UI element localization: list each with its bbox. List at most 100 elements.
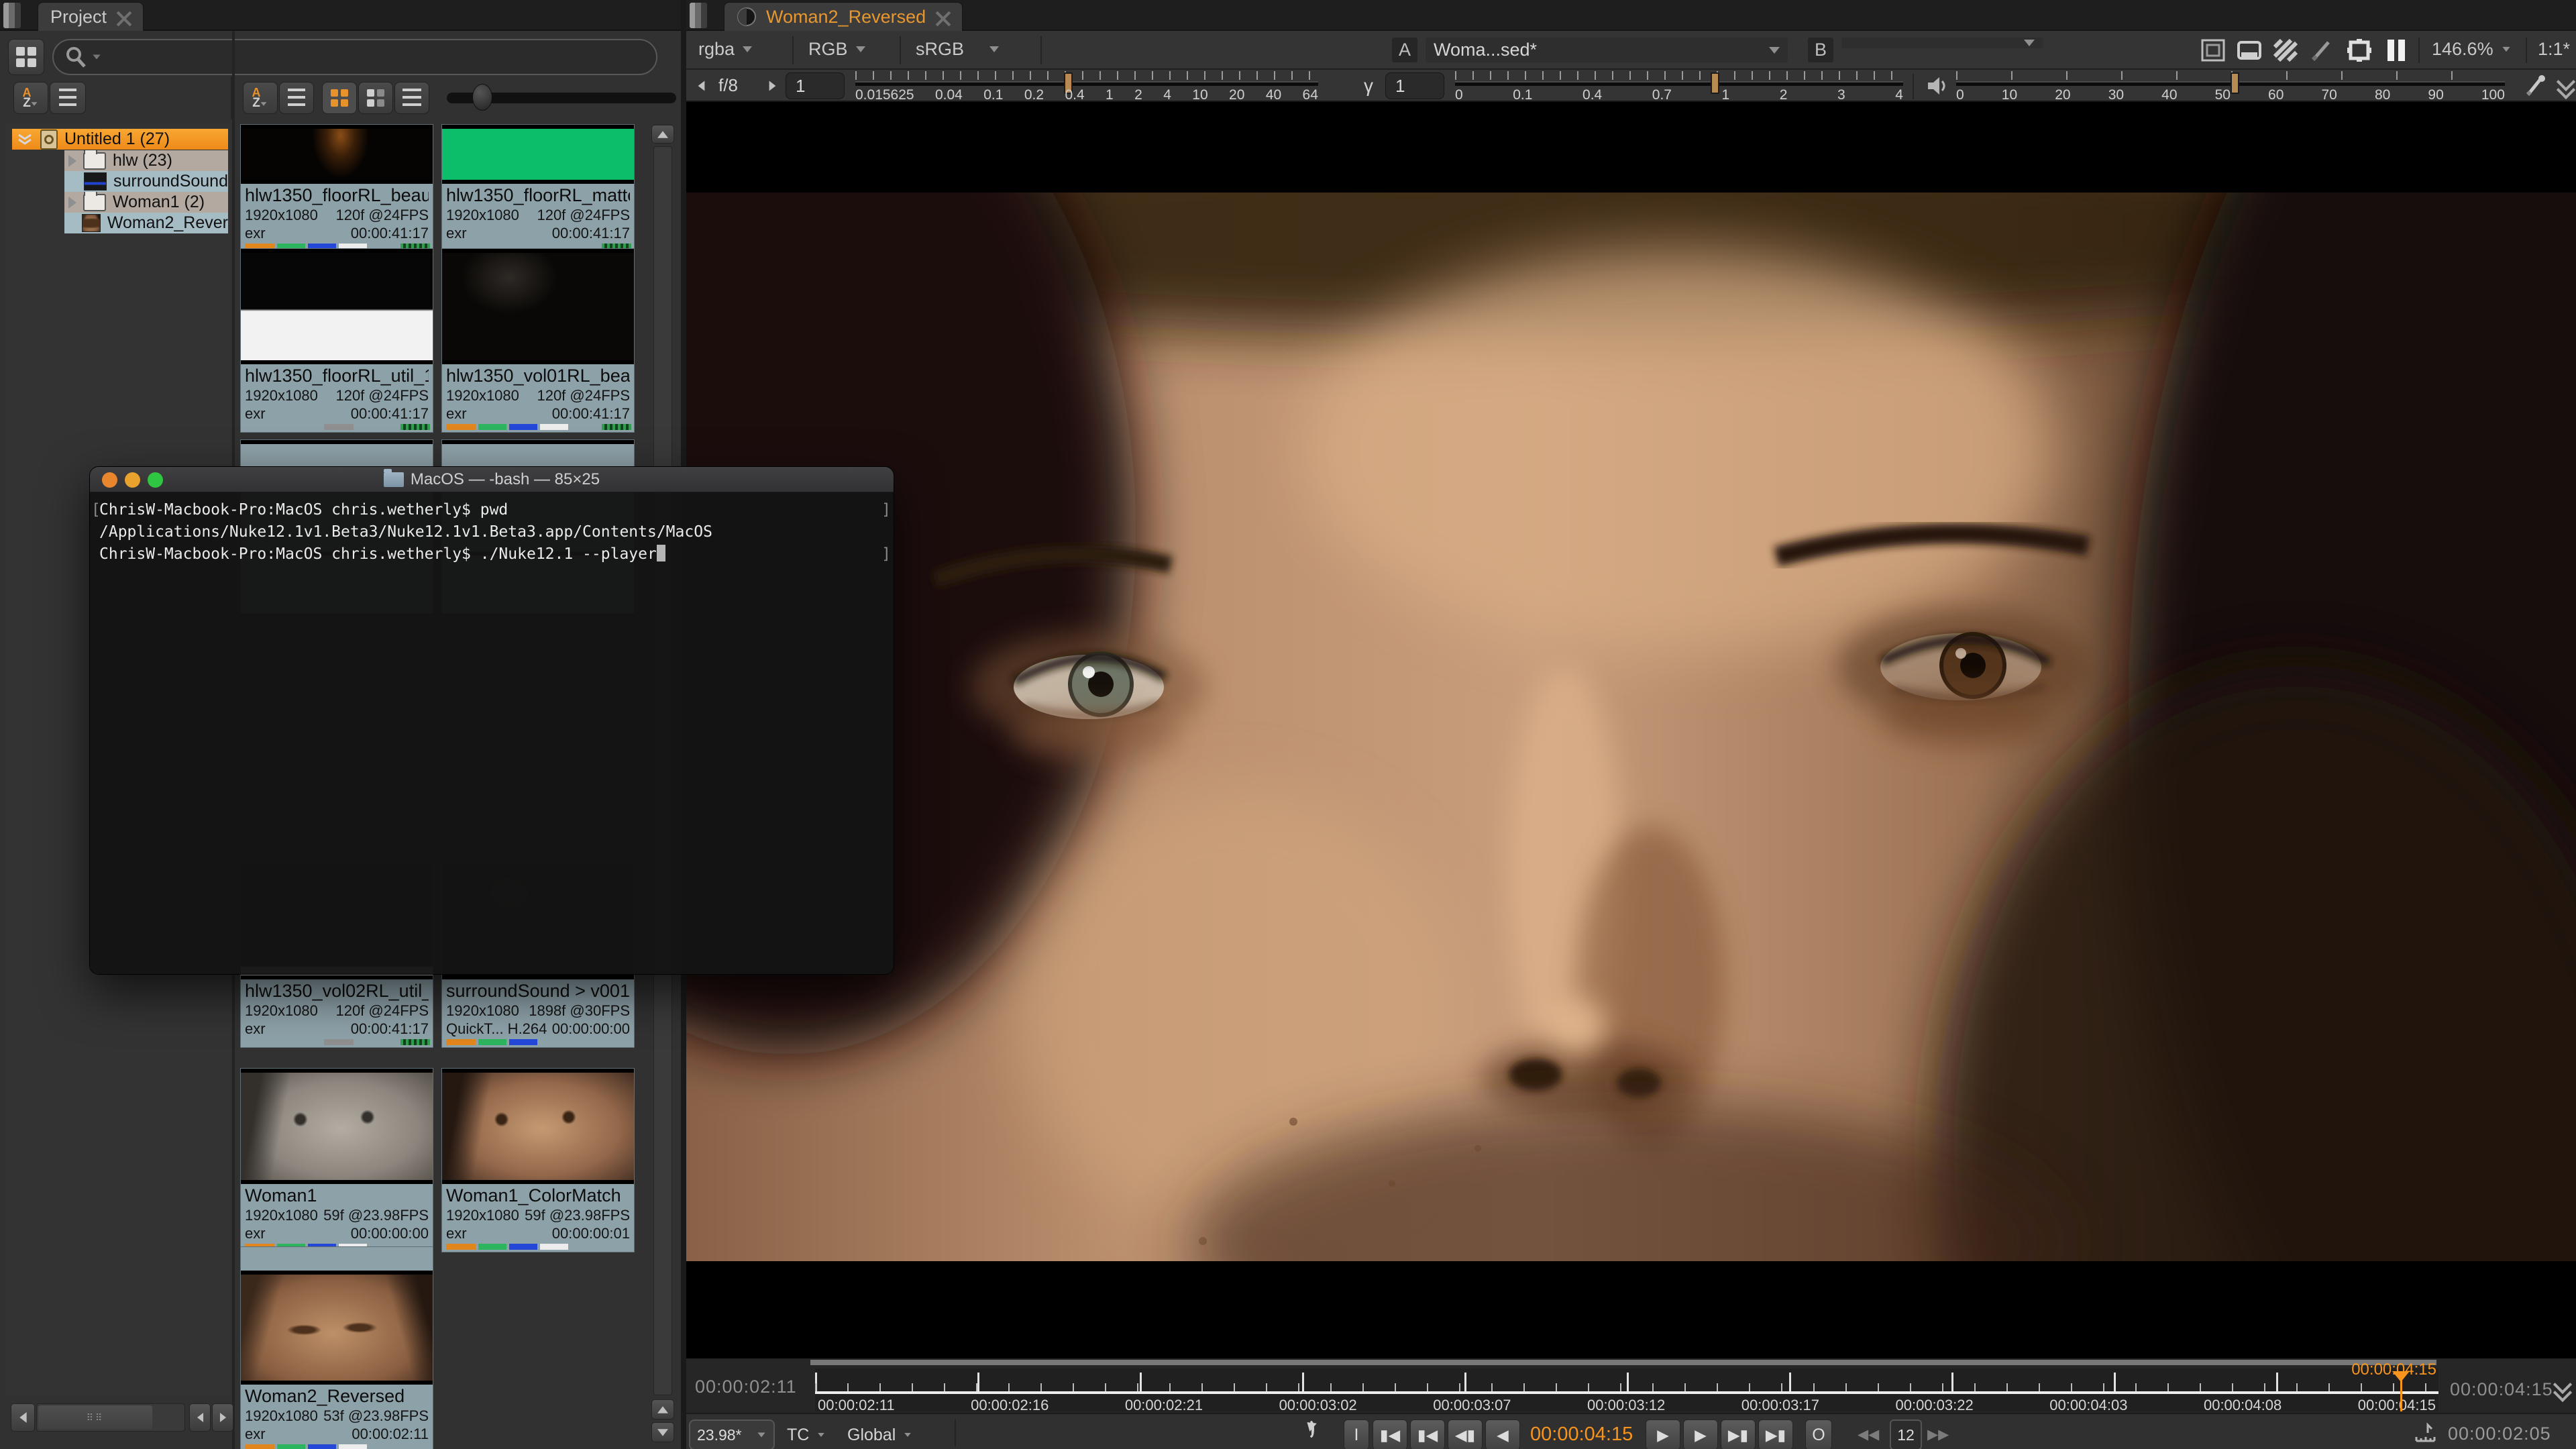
- roi-icon[interactable]: [2346, 38, 2373, 63]
- chevron-down-icon: [856, 46, 865, 52]
- more-options-chevron-icon[interactable]: [2558, 76, 2575, 97]
- view-thumbnails-button[interactable]: [322, 82, 357, 114]
- buffer-a-value: Woma...sed*: [1434, 40, 1537, 60]
- terminal-titlebar[interactable]: MacOS — -bash — 85×25: [90, 467, 894, 492]
- tree-item-woman2-reversed[interactable]: Woman2_Rever: [64, 213, 228, 233]
- range-mode-dropdown[interactable]: Global: [847, 1421, 913, 1449]
- scroll-up-button[interactable]: [651, 125, 674, 144]
- tree-item-folder-hlw[interactable]: hlw (23): [64, 150, 228, 171]
- view-list-button[interactable]: [394, 82, 429, 114]
- clip-card[interactable]: hlw1350_floorRL_beauty 1920x1080120f @24…: [240, 124, 433, 252]
- snap-ruler-icon[interactable]: [2414, 1422, 2437, 1448]
- gain-increase-icon[interactable]: [769, 81, 776, 91]
- terminal-body[interactable]: [ ] ] ChrisW-Macbook-Pro:MacOS chris.wet…: [90, 492, 894, 975]
- minimize-traffic-light[interactable]: [125, 472, 140, 488]
- timeline-ruler[interactable]: 00:00:02:1100:00:02:1600:00:02:2100:00:0…: [815, 1368, 2438, 1411]
- clip-card[interactable]: hlw1350_vol01RL_beaut 1920x1080120f @24F…: [441, 248, 635, 433]
- channels-dropdown[interactable]: rgba: [698, 39, 752, 60]
- clip-card[interactable]: hlw1350_floorRL_util_10 1920x1080120f @2…: [240, 248, 433, 433]
- close-traffic-light[interactable]: [102, 472, 117, 488]
- timeline-options-chevron-icon[interactable]: [2555, 1379, 2572, 1399]
- tab-project[interactable]: Project: [38, 2, 144, 31]
- annotate-pencil-icon[interactable]: [2310, 39, 2334, 62]
- scroll-right-button[interactable]: [212, 1403, 233, 1432]
- step-forward-button[interactable]: ▶▮: [1721, 1419, 1756, 1449]
- tab-viewer[interactable]: Woman2_Reversed: [724, 2, 963, 31]
- viewer-image-area[interactable]: [686, 102, 2576, 1358]
- arrow-up-icon: [657, 131, 668, 138]
- clip-format: exr: [446, 405, 467, 423]
- chevron-down-icon: [743, 46, 752, 52]
- pane-splitter-icon[interactable]: [3, 3, 21, 28]
- volume-icon[interactable]: [1926, 75, 1950, 97]
- clip-format: exr: [245, 1425, 266, 1443]
- colorspace-dropdown[interactable]: sRGB: [916, 39, 999, 60]
- rewind-icon[interactable]: ◀◀: [1858, 1426, 1879, 1443]
- gain-decrease-icon[interactable]: [698, 81, 705, 91]
- zoom-traffic-light[interactable]: [148, 472, 163, 488]
- skip-to-end-button[interactable]: ▶▮: [1758, 1419, 1793, 1449]
- fps-dropdown[interactable]: 23.98*: [689, 1419, 775, 1449]
- tick-label: 100: [2481, 87, 2505, 103]
- scroll-left-button[interactable]: [11, 1403, 35, 1432]
- eyedropper-icon[interactable]: [2524, 74, 2547, 98]
- play-button[interactable]: ▶: [1646, 1419, 1680, 1449]
- view-detail-button[interactable]: [358, 82, 393, 114]
- close-tab-icon[interactable]: [116, 9, 131, 24]
- pause-display-icon[interactable]: [2385, 38, 2408, 63]
- proxy-dropdown[interactable]: 1:1*: [2538, 39, 2576, 60]
- terminal-window[interactable]: MacOS — -bash — 85×25 [ ] ] ChrisW-Macbo…: [89, 466, 894, 975]
- gamma-slider[interactable]: 00.10.40.71234: [1455, 71, 1903, 102]
- bin-sort-order-button[interactable]: [279, 82, 314, 114]
- tick-label: 00:00:03:02: [1279, 1397, 1357, 1414]
- expand-arrow-icon[interactable]: [68, 155, 76, 167]
- gamma-input[interactable]: 1: [1385, 72, 1444, 99]
- buffer-a-dropdown[interactable]: Woma...sed*: [1426, 38, 1788, 62]
- expand-chevrons-icon[interactable]: [16, 133, 34, 146]
- step-back-button[interactable]: ◀▮: [1448, 1419, 1483, 1449]
- tree-horizontal-scrollbar[interactable]: ⠿⠿: [36, 1403, 185, 1432]
- play-backward-button[interactable]: ◀: [1485, 1419, 1520, 1449]
- expand-arrow-icon[interactable]: [68, 197, 76, 209]
- tree-item-project[interactable]: Untitled 1 (27): [12, 129, 228, 150]
- buffer-b-dropdown[interactable]: [1841, 38, 2043, 48]
- gain-slider[interactable]: 0.0156250.040.10.20.412410204064: [855, 71, 1318, 102]
- tree-sort-order-button[interactable]: [50, 82, 86, 114]
- scroll-up-button[interactable]: [651, 1399, 674, 1419]
- fast-forward-icon[interactable]: ▶▶: [1927, 1426, 1949, 1443]
- zoom-level-dropdown[interactable]: 146.6%: [2432, 39, 2511, 60]
- close-tab-icon[interactable]: [935, 9, 950, 24]
- current-timecode[interactable]: 00:00:04:15: [1530, 1424, 1633, 1446]
- loop-mode-button[interactable]: [1309, 1424, 1314, 1436]
- volume-slider[interactable]: 0102030405060708090100: [1956, 71, 2505, 102]
- clip-card[interactable]: Woman1_ColorMatch 1920x108059f @23.98FPS…: [441, 1068, 635, 1252]
- gain-input[interactable]: 1: [786, 72, 845, 99]
- scrollbar-thumb[interactable]: ⠿⠿: [38, 1405, 152, 1430]
- pane-splitter-icon[interactable]: [690, 3, 707, 28]
- timecode-mode-dropdown[interactable]: TC: [787, 1421, 826, 1449]
- wipe-stripes-icon[interactable]: [2273, 39, 2298, 62]
- previous-edit-button[interactable]: ▮◀: [1410, 1419, 1445, 1449]
- scroll-down-button[interactable]: [651, 1422, 674, 1442]
- clip-card[interactable]: Woman1 1920x108059f @23.98FPS exr00:00:0…: [240, 1068, 433, 1252]
- scroll-left-button[interactable]: [189, 1403, 211, 1432]
- mask-overlay-icon[interactable]: [2237, 39, 2261, 62]
- tree-item-surroundsound[interactable]: surroundSound: [64, 171, 228, 192]
- skip-to-start-button[interactable]: ▮◀: [1373, 1419, 1407, 1449]
- set-out-button[interactable]: O: [1805, 1419, 1832, 1449]
- tree-sort-az-button[interactable]: AZ: [13, 82, 48, 114]
- clip-card[interactable]: Woman2_Reversed 1920x108053f @23.98FPS e…: [240, 1246, 433, 1449]
- set-in-button[interactable]: I: [1344, 1419, 1369, 1449]
- tree-item-folder-woman1[interactable]: Woman1 (2): [64, 192, 228, 213]
- gain-overlay-icon[interactable]: [2201, 39, 2225, 62]
- play-to-out-button[interactable]: ▶: [1683, 1419, 1718, 1449]
- playhead-line[interactable]: [2400, 1379, 2402, 1411]
- clip-card[interactable]: hlw1350_floorRL_matte_ 1920x1080120f @24…: [441, 124, 635, 252]
- thumbnail-size-slider[interactable]: [447, 93, 676, 103]
- slider-handle[interactable]: [472, 84, 492, 111]
- search-input[interactable]: [52, 39, 657, 75]
- bin-sort-az-button[interactable]: AZ: [243, 82, 278, 114]
- display-channel-dropdown[interactable]: RGB: [808, 39, 865, 60]
- layout-grid-button[interactable]: [8, 39, 44, 75]
- frame-increment-field[interactable]: 12: [1890, 1419, 1922, 1449]
